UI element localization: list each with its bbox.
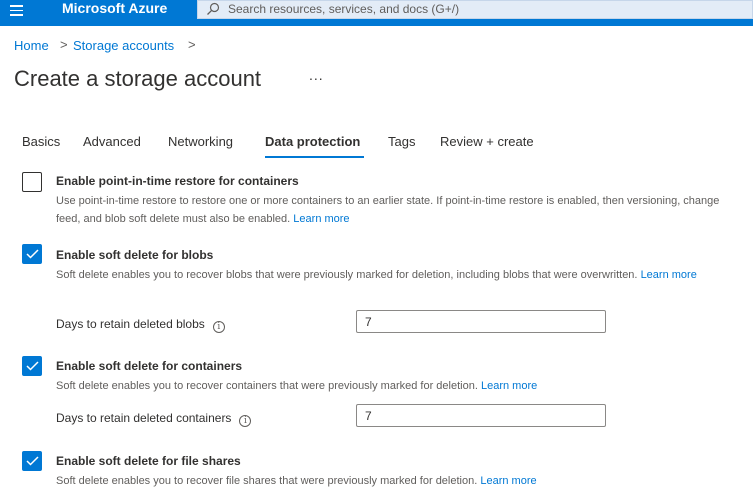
info-icon[interactable]: i (239, 415, 252, 427)
container-soft-delete-checkbox[interactable] (22, 356, 42, 376)
container-soft-delete-description: Soft delete enables you to recover conta… (56, 380, 538, 392)
search-placeholder: Search resources, services, and docs (G+… (228, 2, 460, 16)
search-input[interactable]: Search resources, services, and docs (G+… (197, 0, 753, 19)
fileshare-soft-delete-checkbox[interactable] (22, 451, 42, 471)
brand-name[interactable]: Microsoft Azure (62, 0, 167, 16)
container-soft-delete-title: Enable soft delete for containers (56, 359, 243, 373)
chevron-right-icon: > (60, 37, 68, 52)
chevron-right-icon: > (188, 37, 196, 52)
info-icon[interactable]: i (212, 321, 225, 333)
checkmark-icon (26, 361, 39, 371)
pitr-learn-more-link[interactable]: Learn more (293, 213, 349, 225)
pitr-description: Use point-in-time restore to restore one… (56, 195, 720, 225)
fileshare-soft-delete-title: Enable soft delete for file shares (56, 454, 241, 468)
tab-advanced[interactable]: Advanced (83, 134, 141, 150)
tab-networking[interactable]: Networking (168, 134, 233, 150)
blob-retain-days-input[interactable] (356, 310, 606, 333)
tab-basics[interactable]: Basics (22, 134, 60, 150)
active-tab-indicator (265, 156, 364, 158)
page-title: Create a storage account (14, 66, 262, 91)
breadcrumb-home[interactable]: Home (14, 38, 49, 54)
blob-soft-delete-description: Soft delete enables you to recover blobs… (56, 269, 697, 281)
tab-data-protection[interactable]: Data protection (265, 134, 360, 150)
pitr-title: Enable point-in-time restore for contain… (56, 174, 299, 188)
search-icon (207, 2, 220, 15)
blob-soft-delete-title: Enable soft delete for blobs (56, 248, 214, 262)
fileshare-soft-delete-description: Soft delete enables you to recover file … (56, 475, 537, 487)
tab-review-create[interactable]: Review + create (440, 134, 534, 150)
top-bar: Microsoft Azure Search resources, servic… (0, 0, 753, 26)
hamburger-icon[interactable] (10, 2, 24, 16)
container-retain-days-input[interactable] (356, 404, 606, 427)
checkmark-icon (26, 249, 39, 259)
tab-tags[interactable]: Tags (388, 134, 415, 150)
blob-learn-more-link[interactable]: Learn more (641, 269, 697, 281)
breadcrumb-storage-accounts[interactable]: Storage accounts (73, 38, 174, 54)
container-learn-more-link[interactable]: Learn more (481, 380, 537, 392)
blob-retain-label: Days to retain deleted blobs i (56, 317, 225, 333)
checkmark-icon (26, 456, 39, 466)
more-options-button[interactable]: ... (309, 67, 324, 83)
blob-soft-delete-checkbox[interactable] (22, 244, 42, 264)
pitr-checkbox[interactable] (22, 172, 42, 192)
fileshare-learn-more-link[interactable]: Learn more (480, 475, 536, 487)
container-retain-label: Days to retain deleted containers i (56, 411, 252, 427)
